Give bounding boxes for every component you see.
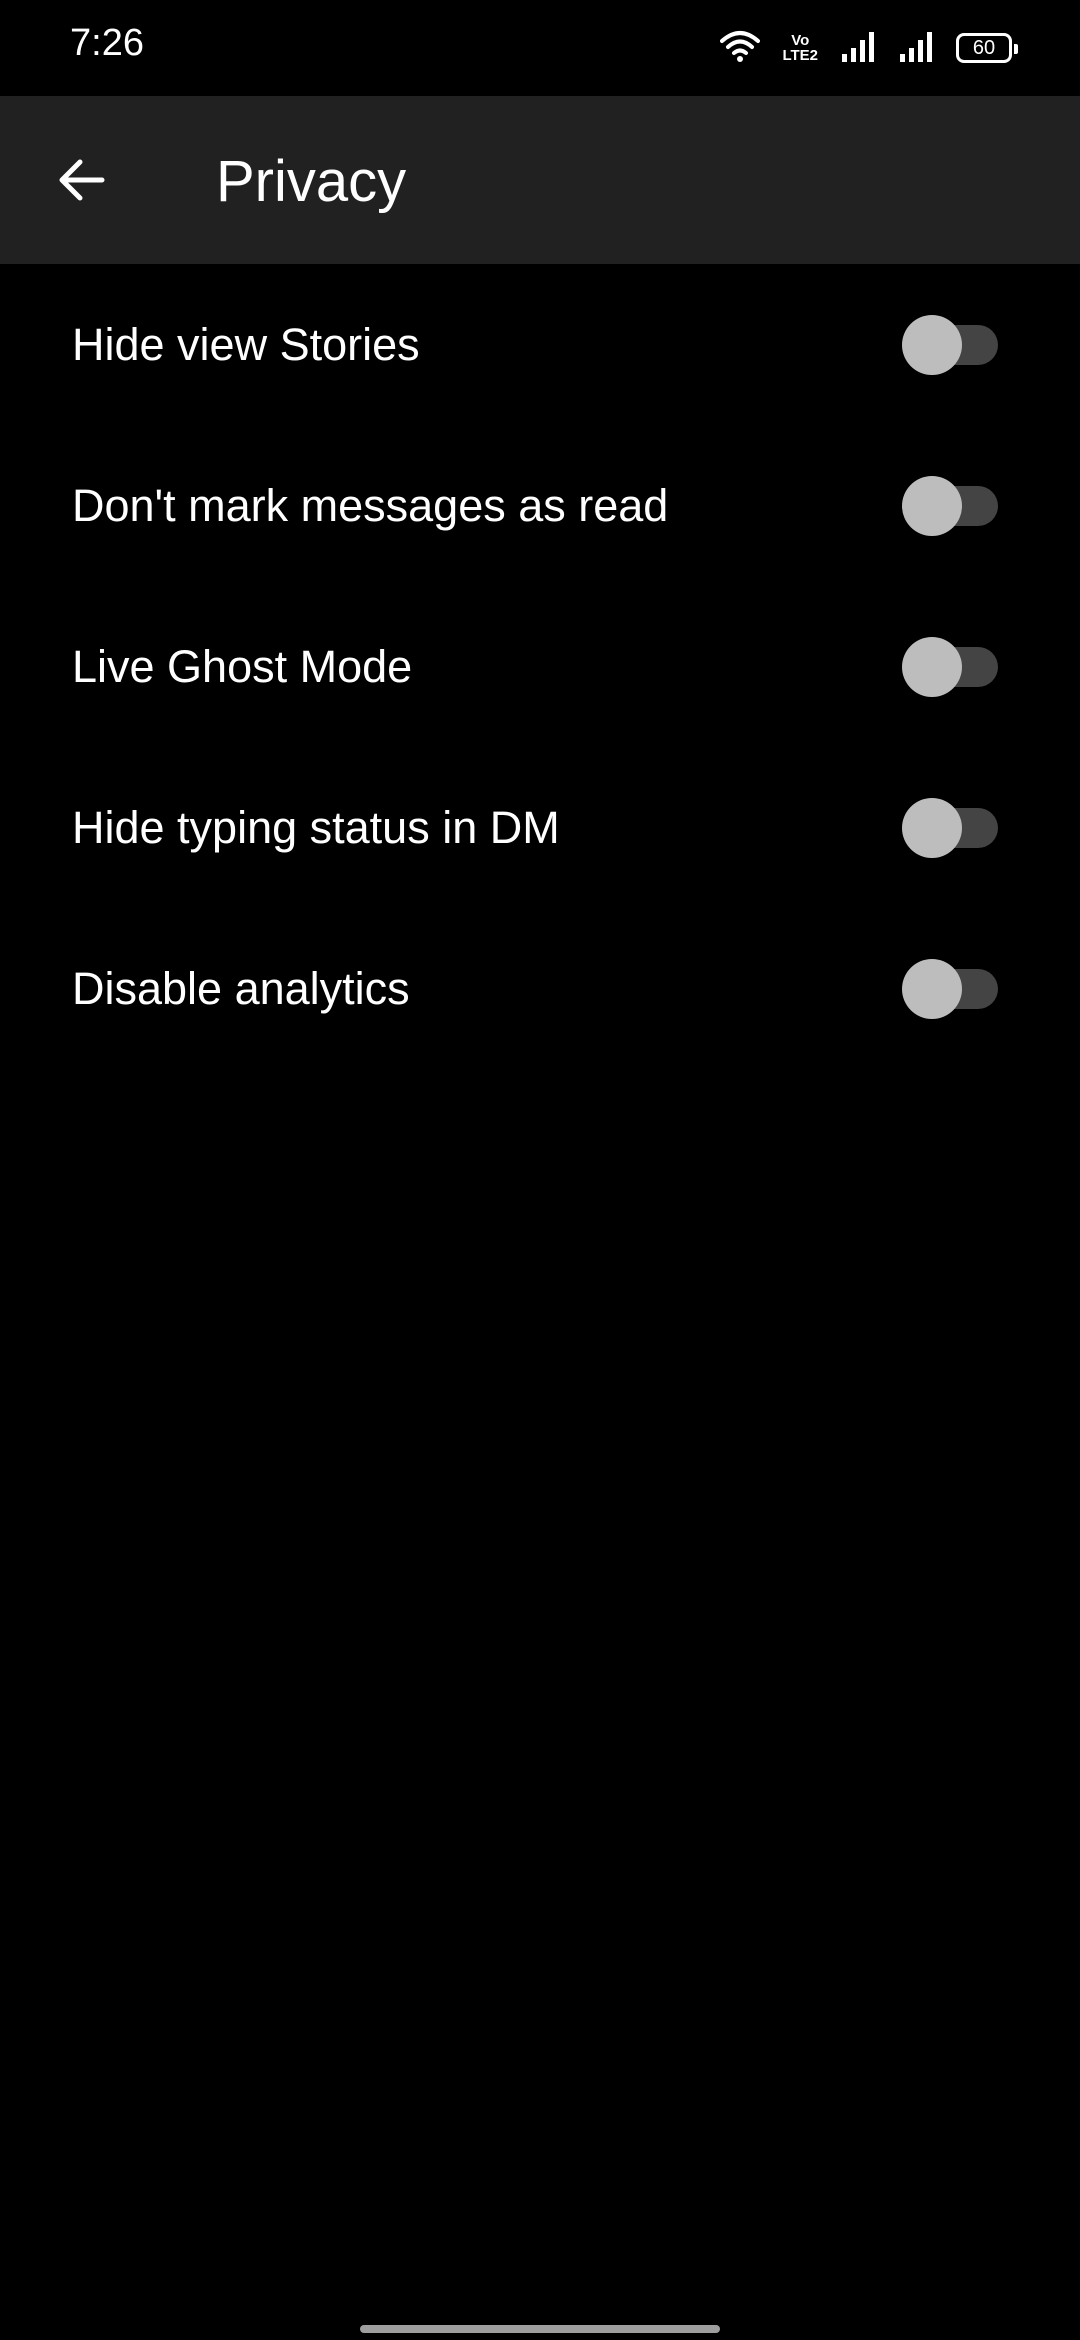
- setting-hide-view-stories[interactable]: Hide view Stories: [0, 264, 1080, 425]
- page-title: Privacy: [216, 149, 407, 214]
- hide-typing-status-toggle[interactable]: [902, 797, 998, 858]
- privacy-screen: 7:26 Vo LTE2 60 Privacy Hide view Storie…: [0, 0, 1080, 2340]
- gesture-nav-handle[interactable]: [360, 2325, 720, 2333]
- back-button[interactable]: [40, 140, 124, 224]
- setting-label: Disable analytics: [72, 962, 410, 1014]
- settings-list: Hide view Stories Don't mark messages as…: [0, 264, 1080, 1069]
- live-ghost-mode-toggle[interactable]: [902, 636, 998, 697]
- arrow-back-icon: [54, 152, 110, 213]
- wifi-icon: [720, 29, 761, 68]
- app-bar: Privacy: [0, 96, 1080, 264]
- switch-thumb: [902, 958, 962, 1019]
- status-time: 7:26: [70, 22, 144, 64]
- setting-label: Hide view Stories: [72, 318, 420, 370]
- setting-label: Live Ghost Mode: [72, 640, 413, 692]
- signal-icon: [840, 30, 876, 67]
- setting-disable-analytics[interactable]: Disable analytics: [0, 908, 1080, 1069]
- switch-thumb: [902, 636, 962, 697]
- battery-icon: 60: [956, 33, 1018, 63]
- status-bar: 7:26 Vo LTE2 60: [0, 0, 1080, 96]
- switch-thumb: [902, 314, 962, 375]
- dont-mark-read-toggle[interactable]: [902, 475, 998, 536]
- setting-label: Don't mark messages as read: [72, 479, 669, 531]
- signal-icon: [898, 30, 934, 67]
- switch-thumb: [902, 475, 962, 536]
- battery-level: 60: [972, 36, 996, 59]
- volte-line-2: LTE2: [782, 47, 818, 64]
- setting-live-ghost-mode[interactable]: Live Ghost Mode: [0, 586, 1080, 747]
- status-icons: Vo LTE2 60: [720, 26, 1018, 70]
- setting-label: Hide typing status in DM: [72, 801, 560, 853]
- switch-thumb: [902, 797, 962, 858]
- volte-icon: Vo LTE2: [782, 33, 818, 63]
- hide-view-stories-toggle[interactable]: [902, 314, 998, 375]
- setting-hide-typing-status[interactable]: Hide typing status in DM: [0, 747, 1080, 908]
- disable-analytics-toggle[interactable]: [902, 958, 998, 1019]
- setting-dont-mark-read[interactable]: Don't mark messages as read: [0, 425, 1080, 586]
